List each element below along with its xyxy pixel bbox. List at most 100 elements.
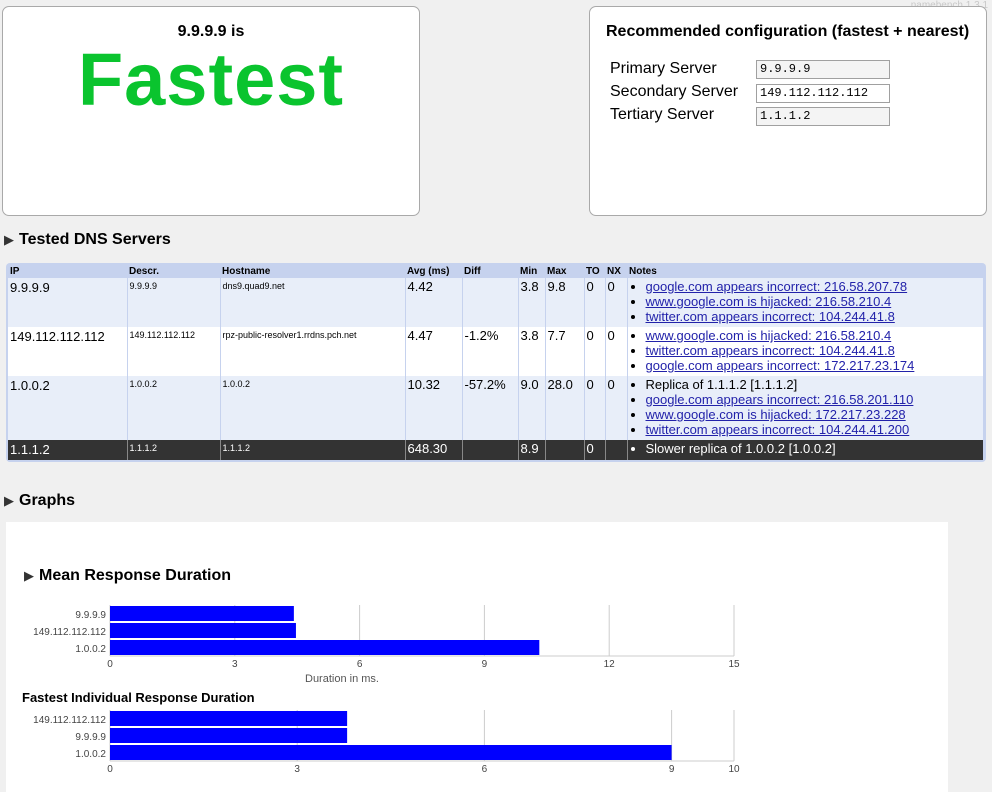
ip-cell: 1.1.1.2 <box>8 440 127 460</box>
triangle-right-icon: ▶ <box>4 493 14 508</box>
diff-cell: -57.2% <box>461 376 518 440</box>
x-tick-label: 9 <box>482 659 488 670</box>
max-cell: 7.7 <box>544 327 584 376</box>
note-link[interactable]: www.google.com is hijacked: 216.58.210.4 <box>646 294 892 309</box>
col-header: Min <box>518 265 545 278</box>
secondary-server-label: Secondary Server <box>610 83 739 100</box>
bar <box>110 745 672 760</box>
nx-cell: 0 <box>604 327 627 376</box>
graphs-heading[interactable]: ▶ Graphs <box>4 492 75 510</box>
graphs-panel: ▶ Mean Response Duration 0 3 6 9 12 15 9.9.9.9 1… <box>6 522 948 792</box>
descr-cell: 1.0.0.2 <box>126 376 220 440</box>
x-tick-label: 12 <box>604 659 616 670</box>
note-link[interactable]: google.com appears incorrect: 216.58.201… <box>646 392 914 407</box>
col-header: NX <box>605 265 627 278</box>
col-header: Hostname <box>220 265 405 278</box>
tested-servers-table: IP Descr. Hostname Avg (ms) Diff Min Max… <box>6 263 986 462</box>
hostname-cell: rpz-public-resolver1.rrdns.pch.net <box>219 327 405 376</box>
y-category-label: 149.112.112.112 <box>33 627 106 638</box>
x-tick-label: 3 <box>232 659 238 670</box>
nx-cell <box>604 440 627 460</box>
note-link[interactable]: www.google.com is hijacked: 216.58.210.4 <box>646 328 892 343</box>
min-cell: 3.8 <box>517 278 545 327</box>
diff-cell <box>461 440 518 460</box>
note-link[interactable]: google.com appears incorrect: 172.217.23… <box>646 358 915 373</box>
hostname-cell: 1.0.0.2 <box>219 376 405 440</box>
hostname-cell: dns9.quad9.net <box>219 278 405 327</box>
avg-cell: 4.42 <box>404 278 462 327</box>
diff-cell: -1.2% <box>461 327 518 376</box>
col-header: Diff <box>462 265 518 278</box>
note-text: Replica of 1.1.1.2 [1.1.1.2] <box>646 377 982 392</box>
notes-cell: Slower replica of 1.0.0.2 [1.0.0.2] <box>626 440 983 460</box>
x-tick-label: 3 <box>294 764 300 775</box>
avg-cell: 10.32 <box>404 376 462 440</box>
x-axis-label: Duration in ms. <box>305 673 379 685</box>
summary-box: 9.9.9.9 is Fastest <box>2 6 420 216</box>
fastest-response-chart: 0 3 6 9 10 149.112.112.112 9.9.9.9 1.0.0.2 <box>33 710 740 775</box>
nx-cell: 0 <box>604 376 627 440</box>
max-cell <box>544 440 584 460</box>
col-header: IP <box>8 265 127 278</box>
note-link[interactable]: google.com appears incorrect: 216.58.207… <box>646 279 908 294</box>
to-cell: 0 <box>583 440 605 460</box>
min-cell: 9.0 <box>517 376 545 440</box>
hostname-cell: 1.1.1.2 <box>219 440 405 460</box>
bar <box>110 606 294 621</box>
note-link[interactable]: twitter.com appears incorrect: 104.244.4… <box>646 309 895 324</box>
note-link[interactable]: www.google.com is hijacked: 172.217.23.2… <box>646 407 906 422</box>
x-tick-label: 6 <box>357 659 363 670</box>
y-category-label: 9.9.9.9 <box>75 732 106 743</box>
recommended-config-box: Recommended configuration (fastest + nea… <box>589 6 987 216</box>
notes-cell: Replica of 1.1.1.2 [1.1.1.2] google.com … <box>626 376 983 440</box>
ip-cell: 1.0.0.2 <box>8 376 127 440</box>
bar <box>110 711 348 726</box>
descr-cell: 1.1.1.2 <box>126 440 220 460</box>
tertiary-server-field[interactable]: 1.1.1.2 <box>756 107 890 126</box>
y-category-label: 149.112.112.112 <box>33 715 106 726</box>
note-link[interactable]: twitter.com appears incorrect: 104.244.4… <box>646 343 895 358</box>
col-header: TO <box>584 265 605 278</box>
max-cell: 28.0 <box>544 376 584 440</box>
bar <box>110 623 296 638</box>
secondary-server-field[interactable]: 149.112.112.112 <box>756 84 890 103</box>
x-tick-label: 6 <box>482 764 488 775</box>
table-row: 149.112.112.112 149.112.112.112 rpz-publ… <box>8 327 983 376</box>
config-title: Recommended configuration (fastest + nea… <box>606 23 970 40</box>
max-cell: 9.8 <box>544 278 584 327</box>
descr-cell: 9.9.9.9 <box>126 278 220 327</box>
ip-cell: 149.112.112.112 <box>8 327 127 376</box>
table-row: 1.0.0.2 1.0.0.2 1.0.0.2 10.32 -57.2% 9.0… <box>8 376 983 440</box>
triangle-right-icon: ▶ <box>4 232 14 247</box>
x-tick-label: 15 <box>728 659 740 670</box>
col-header: Descr. <box>127 265 220 278</box>
min-cell: 8.9 <box>517 440 545 460</box>
avg-cell: 4.47 <box>404 327 462 376</box>
diff-cell <box>461 278 518 327</box>
x-tick-label: 0 <box>107 659 113 670</box>
avg-cell: 648.30 <box>404 440 462 460</box>
table-row: 9.9.9.9 9.9.9.9 dns9.quad9.net 4.42 3.8 … <box>8 278 983 327</box>
primary-server-field[interactable]: 9.9.9.9 <box>756 60 890 79</box>
mean-response-chart: 0 3 6 9 12 15 9.9.9.9 149.112.112.112 1.0.0.2 Dur… <box>33 605 740 685</box>
notes-cell: www.google.com is hijacked: 216.58.210.4… <box>626 327 983 376</box>
note-text: Slower replica of 1.0.0.2 [1.0.0.2] <box>646 441 982 456</box>
primary-server-label: Primary Server <box>610 60 717 77</box>
ip-cell: 9.9.9.9 <box>8 278 127 327</box>
x-tick-label: 9 <box>669 764 675 775</box>
y-category-label: 1.0.0.2 <box>75 749 106 760</box>
bar <box>110 728 348 743</box>
min-cell: 3.8 <box>517 327 545 376</box>
bar <box>110 640 540 655</box>
triangle-right-icon: ▶ <box>24 568 34 583</box>
y-category-label: 1.0.0.2 <box>75 644 106 655</box>
to-cell: 0 <box>583 327 605 376</box>
mean-chart-heading[interactable]: ▶ Mean Response Duration <box>24 567 231 585</box>
tested-servers-heading[interactable]: ▶ Tested DNS Servers <box>4 231 171 249</box>
notes-cell: google.com appears incorrect: 216.58.207… <box>626 278 983 327</box>
nx-cell: 0 <box>604 278 627 327</box>
col-header: Max <box>545 265 584 278</box>
note-link[interactable]: twitter.com appears incorrect: 104.244.4… <box>646 422 910 437</box>
table-header-row: IP Descr. Hostname Avg (ms) Diff Min Max… <box>8 265 983 278</box>
to-cell: 0 <box>583 376 605 440</box>
